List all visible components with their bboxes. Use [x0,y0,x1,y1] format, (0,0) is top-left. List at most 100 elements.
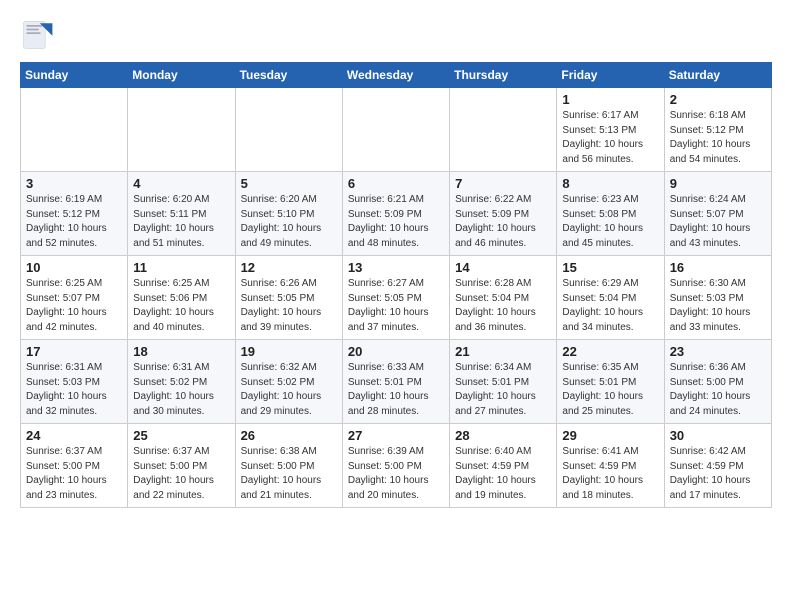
weekday-header-sunday: Sunday [21,63,128,88]
calendar-cell: 24 Sunrise: 6:37 AM Sunset: 5:00 PM Dayli… [21,424,128,508]
calendar: SundayMondayTuesdayWednesdayThursdayFrid… [20,62,772,508]
week-row-3: 10 Sunrise: 6:25 AM Sunset: 5:07 PM Dayli… [21,256,772,340]
day-info: Sunrise: 6:28 AM Sunset: 5:04 PM Dayligh… [455,277,551,335]
day-info: Sunrise: 6:40 AM Sunset: 4:59 PM Dayligh… [455,445,551,503]
day-number: 2 [670,92,766,107]
calendar-cell: 1 Sunrise: 6:17 AM Sunset: 5:13 PM Daylig… [557,88,664,172]
calendar-cell: 10 Sunrise: 6:25 AM Sunset: 5:07 PM Dayli… [21,256,128,340]
calendar-cell: 30 Sunrise: 6:42 AM Sunset: 4:59 PM Dayli… [664,424,771,508]
page: SundayMondayTuesdayWednesdayThursdayFrid… [0,0,792,612]
day-info: Sunrise: 6:39 AM Sunset: 5:00 PM Dayligh… [348,445,444,503]
calendar-cell: 27 Sunrise: 6:39 AM Sunset: 5:00 PM Dayli… [342,424,449,508]
calendar-cell: 5 Sunrise: 6:20 AM Sunset: 5:10 PM Daylig… [235,172,342,256]
day-info: Sunrise: 6:21 AM Sunset: 5:09 PM Dayligh… [348,193,444,251]
calendar-cell: 9 Sunrise: 6:24 AM Sunset: 5:07 PM Daylig… [664,172,771,256]
weekday-header-tuesday: Tuesday [235,63,342,88]
calendar-cell: 22 Sunrise: 6:35 AM Sunset: 5:01 PM Dayli… [557,340,664,424]
calendar-cell: 21 Sunrise: 6:34 AM Sunset: 5:01 PM Dayli… [450,340,557,424]
day-number: 25 [133,428,229,443]
calendar-cell [128,88,235,172]
day-number: 14 [455,260,551,275]
day-info: Sunrise: 6:17 AM Sunset: 5:13 PM Dayligh… [562,109,658,167]
calendar-cell [450,88,557,172]
day-info: Sunrise: 6:35 AM Sunset: 5:01 PM Dayligh… [562,361,658,419]
day-number: 18 [133,344,229,359]
weekday-header-thursday: Thursday [450,63,557,88]
day-number: 10 [26,260,122,275]
weekday-header-row: SundayMondayTuesdayWednesdayThursdayFrid… [21,63,772,88]
calendar-cell: 7Sunrise: 6:22 AM Sunset: 5:09 PM Daylig… [450,172,557,256]
day-info: Sunrise: 6:30 AM Sunset: 5:03 PM Dayligh… [670,277,766,335]
day-info: Sunrise: 6:34 AM Sunset: 5:01 PM Dayligh… [455,361,551,419]
day-info: Sunrise: 6:37 AM Sunset: 5:00 PM Dayligh… [26,445,122,503]
day-number: 5 [241,176,337,191]
day-number: 8 [562,176,658,191]
day-number: 20 [348,344,444,359]
week-row-4: 17 Sunrise: 6:31 AM Sunset: 5:03 PM Dayli… [21,340,772,424]
calendar-cell: 2Sunrise: 6:18 AM Sunset: 5:12 PM Daylig… [664,88,771,172]
logo-icon [20,16,56,52]
calendar-cell [21,88,128,172]
day-info: Sunrise: 6:22 AM Sunset: 5:09 PM Dayligh… [455,193,551,251]
day-number: 12 [241,260,337,275]
day-info: Sunrise: 6:29 AM Sunset: 5:04 PM Dayligh… [562,277,658,335]
calendar-cell: 11 Sunrise: 6:25 AM Sunset: 5:06 PM Dayli… [128,256,235,340]
day-info: Sunrise: 6:25 AM Sunset: 5:06 PM Dayligh… [133,277,229,335]
calendar-cell: 19 Sunrise: 6:32 AM Sunset: 5:02 PM Dayli… [235,340,342,424]
calendar-cell [235,88,342,172]
weekday-header-saturday: Saturday [664,63,771,88]
day-number: 23 [670,344,766,359]
calendar-cell: 8 Sunrise: 6:23 AM Sunset: 5:08 PM Daylig… [557,172,664,256]
calendar-cell: 15 Sunrise: 6:29 AM Sunset: 5:04 PM Dayli… [557,256,664,340]
day-number: 15 [562,260,658,275]
day-number: 13 [348,260,444,275]
calendar-cell: 20Sunrise: 6:33 AM Sunset: 5:01 PM Dayli… [342,340,449,424]
day-info: Sunrise: 6:20 AM Sunset: 5:10 PM Dayligh… [241,193,337,251]
calendar-cell: 25 Sunrise: 6:37 AM Sunset: 5:00 PM Dayli… [128,424,235,508]
day-number: 22 [562,344,658,359]
day-number: 29 [562,428,658,443]
day-info: Sunrise: 6:24 AM Sunset: 5:07 PM Dayligh… [670,193,766,251]
calendar-cell: 4 Sunrise: 6:20 AM Sunset: 5:11 PM Daylig… [128,172,235,256]
day-info: Sunrise: 6:23 AM Sunset: 5:08 PM Dayligh… [562,193,658,251]
day-number: 17 [26,344,122,359]
day-number: 16 [670,260,766,275]
week-row-1: 1 Sunrise: 6:17 AM Sunset: 5:13 PM Daylig… [21,88,772,172]
day-number: 9 [670,176,766,191]
calendar-cell: 18 Sunrise: 6:31 AM Sunset: 5:02 PM Dayli… [128,340,235,424]
week-row-5: 24 Sunrise: 6:37 AM Sunset: 5:00 PM Dayli… [21,424,772,508]
day-number: 27 [348,428,444,443]
day-number: 1 [562,92,658,107]
calendar-cell: 23Sunrise: 6:36 AM Sunset: 5:00 PM Dayli… [664,340,771,424]
day-info: Sunrise: 6:32 AM Sunset: 5:02 PM Dayligh… [241,361,337,419]
day-info: Sunrise: 6:25 AM Sunset: 5:07 PM Dayligh… [26,277,122,335]
day-info: Sunrise: 6:42 AM Sunset: 4:59 PM Dayligh… [670,445,766,503]
day-number: 30 [670,428,766,443]
day-info: Sunrise: 6:26 AM Sunset: 5:05 PM Dayligh… [241,277,337,335]
day-info: Sunrise: 6:38 AM Sunset: 5:00 PM Dayligh… [241,445,337,503]
day-info: Sunrise: 6:27 AM Sunset: 5:05 PM Dayligh… [348,277,444,335]
calendar-cell: 12 Sunrise: 6:26 AM Sunset: 5:05 PM Dayli… [235,256,342,340]
day-info: Sunrise: 6:31 AM Sunset: 5:03 PM Dayligh… [26,361,122,419]
logo [20,16,60,52]
day-number: 24 [26,428,122,443]
calendar-cell: 6 Sunrise: 6:21 AM Sunset: 5:09 PM Daylig… [342,172,449,256]
day-number: 19 [241,344,337,359]
day-number: 21 [455,344,551,359]
calendar-cell: 26Sunrise: 6:38 AM Sunset: 5:00 PM Dayli… [235,424,342,508]
day-info: Sunrise: 6:37 AM Sunset: 5:00 PM Dayligh… [133,445,229,503]
calendar-cell: 16 Sunrise: 6:30 AM Sunset: 5:03 PM Dayli… [664,256,771,340]
day-number: 4 [133,176,229,191]
calendar-cell: 3Sunrise: 6:19 AM Sunset: 5:12 PM Daylig… [21,172,128,256]
day-number: 6 [348,176,444,191]
day-info: Sunrise: 6:41 AM Sunset: 4:59 PM Dayligh… [562,445,658,503]
day-number: 11 [133,260,229,275]
weekday-header-wednesday: Wednesday [342,63,449,88]
calendar-cell: 28Sunrise: 6:40 AM Sunset: 4:59 PM Dayli… [450,424,557,508]
day-info: Sunrise: 6:20 AM Sunset: 5:11 PM Dayligh… [133,193,229,251]
week-row-2: 3Sunrise: 6:19 AM Sunset: 5:12 PM Daylig… [21,172,772,256]
day-info: Sunrise: 6:31 AM Sunset: 5:02 PM Dayligh… [133,361,229,419]
day-number: 3 [26,176,122,191]
weekday-header-monday: Monday [128,63,235,88]
header [20,16,772,52]
